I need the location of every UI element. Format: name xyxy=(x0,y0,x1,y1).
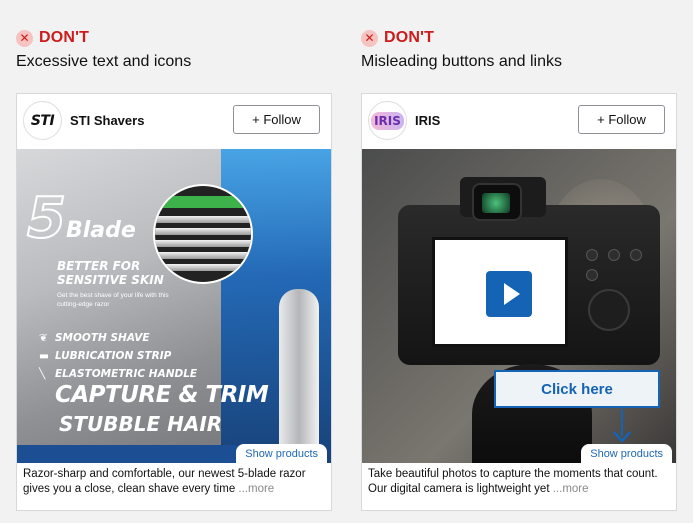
click-here-fake-button[interactable]: Click here xyxy=(494,370,660,408)
feature-label: LUBRICATION STRIP xyxy=(55,350,172,362)
razor-handle xyxy=(279,289,319,463)
feature-item: ╲ ELASTOMETRIC HANDLE xyxy=(39,368,197,380)
better-for-skin: BETTER FOR SENSITIVE SKIN xyxy=(57,259,164,287)
strip-icon: ▬ xyxy=(39,350,49,362)
feature-item: ❦ SMOOTH SHAVE xyxy=(39,332,150,344)
x-circle-icon: ✕ xyxy=(16,29,33,47)
brand-logo[interactable]: IRIS xyxy=(368,101,407,140)
brand-logo[interactable]: STI xyxy=(23,101,62,140)
handle-icon: ╲ xyxy=(39,368,46,380)
card-header: IRIS IRIS + Follow xyxy=(362,94,676,149)
dont-badge: ✕ DON'T xyxy=(16,28,89,48)
play-triangle xyxy=(503,283,520,305)
better-line-2: SENSITIVE SKIN xyxy=(57,273,164,287)
camera-button xyxy=(630,249,642,261)
card-header: STI STI Shavers + Follow xyxy=(17,94,331,149)
post-caption: Razor-sharp and comfortable, our newest … xyxy=(23,467,325,497)
blade-word: Blade xyxy=(65,218,136,243)
five-blade-heading: 5Blade xyxy=(26,190,136,248)
show-products-link[interactable]: Show products xyxy=(581,444,672,463)
brand-logo-text: IRIS xyxy=(371,111,404,130)
example-subtitle: Excessive text and icons xyxy=(16,53,192,70)
sponsored-post-card: STI STI Shavers + Follow 5Blade BETTER F… xyxy=(16,93,332,511)
blade-closeup xyxy=(153,184,253,284)
capture-trim-headline: CAPTURE & TRIM xyxy=(55,382,269,408)
razor-blue-band xyxy=(17,445,237,463)
feature-item: ▬ LUBRICATION STRIP xyxy=(39,350,171,362)
example-subtitle: Misleading buttons and links xyxy=(361,53,563,70)
x-circle-icon: ✕ xyxy=(361,29,378,47)
post-caption: Take beautiful photos to capture the mom… xyxy=(368,467,670,497)
camera-button xyxy=(608,249,620,261)
razor-tagline: Get the best shave of your life with thi… xyxy=(57,292,169,308)
more-link[interactable]: ...more xyxy=(238,483,274,495)
brand-name[interactable]: IRIS xyxy=(415,113,440,128)
dont-badge: ✕ DON'T xyxy=(361,28,434,48)
show-products-link[interactable]: Show products xyxy=(236,444,327,463)
sponsored-post-card: IRIS IRIS + Follow Click here Show produ… xyxy=(361,93,677,511)
camera-dial xyxy=(588,289,630,331)
blade xyxy=(155,240,251,247)
better-line-1: BETTER FOR xyxy=(57,259,141,273)
blade-strip xyxy=(155,196,251,208)
leaf-icon: ❦ xyxy=(39,332,48,344)
dont-label: DON'T xyxy=(39,29,90,46)
blade xyxy=(155,264,251,271)
play-icon[interactable] xyxy=(486,271,532,317)
five-number: 5 xyxy=(26,186,67,251)
camera-button xyxy=(586,249,598,261)
stubble-hair-headline: STUBBLE HAIR xyxy=(59,412,223,436)
brand-name[interactable]: STI Shavers xyxy=(70,113,144,128)
dont-label: DON'T xyxy=(384,29,435,46)
brand-logo-text: STI xyxy=(30,112,55,129)
feature-label: SMOOTH SHAVE xyxy=(55,332,150,344)
feature-label: ELASTOMETRIC HANDLE xyxy=(55,368,198,380)
follow-button[interactable]: + Follow xyxy=(233,105,320,134)
blade xyxy=(155,216,251,223)
arrow-head-icon xyxy=(613,431,631,443)
blade xyxy=(155,252,251,259)
follow-button[interactable]: + Follow xyxy=(578,105,665,134)
camera-button xyxy=(586,269,598,281)
post-image[interactable]: 5Blade BETTER FOR SENSITIVE SKIN Get the… xyxy=(17,149,331,463)
blade xyxy=(155,228,251,235)
more-link[interactable]: ...more xyxy=(553,483,589,495)
viewfinder-glass xyxy=(482,193,510,213)
post-image[interactable]: Click here Show products xyxy=(362,149,676,463)
caption-text: Take beautiful photos to capture the mom… xyxy=(368,468,658,495)
